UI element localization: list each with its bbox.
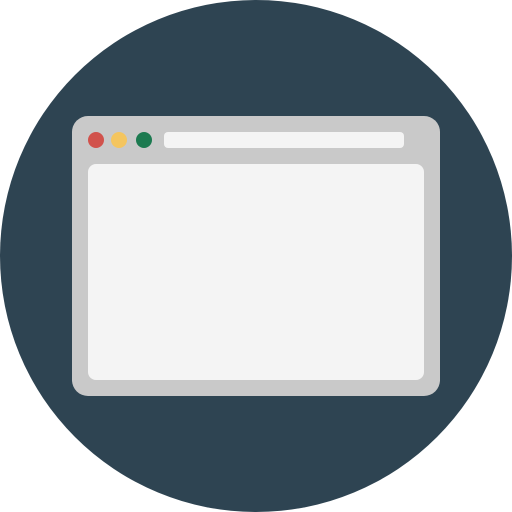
maximize-dot-icon (136, 132, 152, 148)
browser-window-icon (0, 0, 512, 512)
browser-window-frame (72, 116, 440, 396)
close-dot-icon (88, 132, 104, 148)
address-bar (164, 132, 404, 148)
minimize-dot-icon (111, 132, 127, 148)
content-area (88, 164, 424, 380)
